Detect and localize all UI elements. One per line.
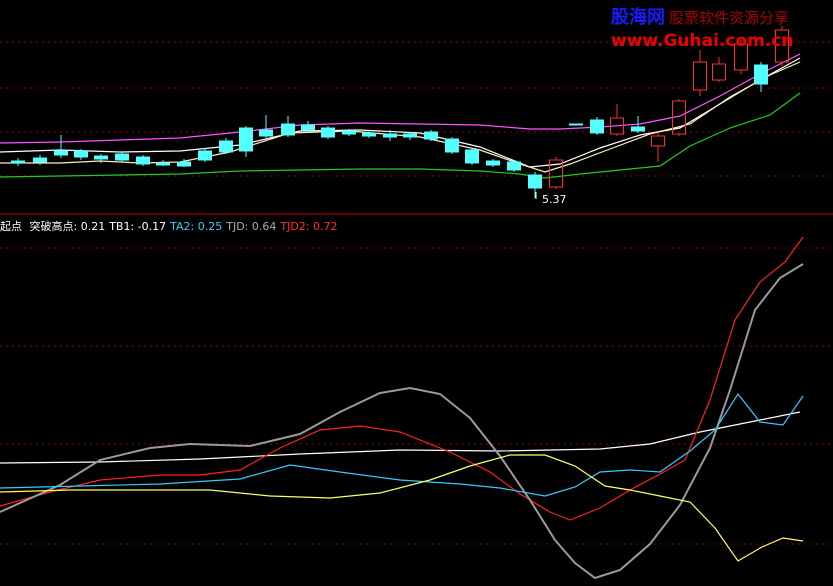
candle-24 <box>507 160 521 172</box>
ma-line-white <box>0 57 801 168</box>
candle-33 <box>693 50 707 96</box>
candle-11 <box>239 126 253 157</box>
candle-14 <box>301 121 315 132</box>
candle-31 <box>651 133 665 162</box>
indicator-line-1 <box>0 236 804 521</box>
legend-item-3: TJD: 0.64 <box>226 220 277 233</box>
watermark-logo: 股海网 股票软件资源分享 www.Guhai.com.cn <box>611 3 831 55</box>
candle-25 <box>528 172 542 198</box>
annotation-label: 5.37 <box>542 193 567 206</box>
legend-items: 突破高点: 0.21 TB1: -0.17 TA2: 0.25 TJD: 0.64 TJ… <box>30 220 342 233</box>
candle-21 <box>445 137 459 154</box>
indicator-line-4 <box>0 454 804 562</box>
watermark-url: www.Guhai.com.cn <box>611 31 794 51</box>
legend-item-1: TB1: -0.17 <box>109 220 167 233</box>
legend-item-4: TJD2: 0.72 <box>280 220 338 233</box>
legend-title: 起点 <box>0 220 22 233</box>
indicator-line-2 <box>0 263 804 580</box>
candle-13 <box>281 116 295 137</box>
candle-22 <box>465 148 479 165</box>
candle-3 <box>74 149 88 160</box>
candle-20 <box>424 130 438 141</box>
watermark-tagline: 股票软件资源分享 <box>669 9 790 27</box>
grid-lines <box>0 41 833 545</box>
candle-29 <box>610 104 624 136</box>
legend-item-0: 突破高点: 0.21 <box>29 220 106 233</box>
candle-15 <box>321 126 335 139</box>
candle-7 <box>156 160 170 166</box>
candle-12 <box>259 115 273 138</box>
low-price-annotation: 5.37 <box>535 192 567 206</box>
candle-2 <box>54 135 68 158</box>
watermark-brand: 股海网 <box>611 7 665 28</box>
indicator-line-3 <box>0 392 804 497</box>
candle-0 <box>11 158 25 166</box>
indicator-lines <box>0 236 804 580</box>
legend-item-2: TA2: 0.25 <box>170 220 223 233</box>
ma-line-purple <box>0 53 801 144</box>
indicator-legend: 起点 突破高点: 0.21 TB1: -0.17 TA2: 0.25 TJD: 0.6… <box>0 218 346 234</box>
candle-34 <box>712 57 726 82</box>
candle-10 <box>219 138 233 154</box>
candle-28 <box>590 117 604 135</box>
candle-23 <box>486 159 500 167</box>
candle-27 <box>569 123 583 126</box>
candle-9 <box>198 148 212 162</box>
candle-26 <box>549 157 563 189</box>
chart-canvas: 5.37 <box>0 26 833 580</box>
candle-6 <box>136 155 150 166</box>
